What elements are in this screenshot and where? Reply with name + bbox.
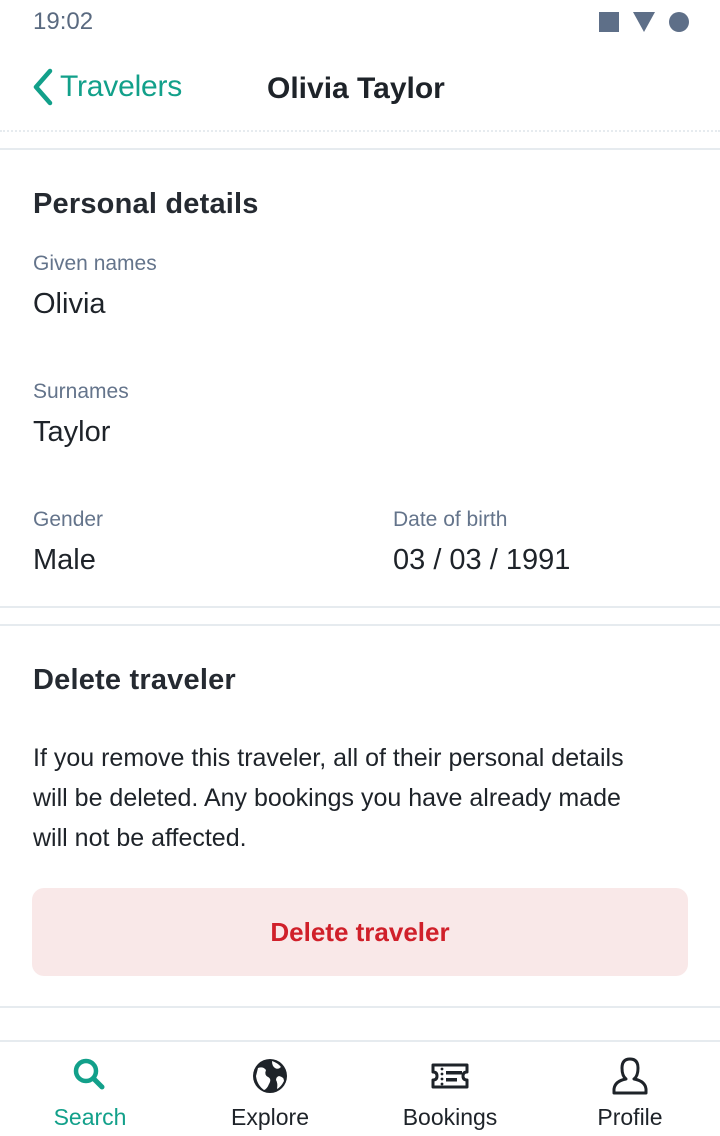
surnames-value: Taylor <box>33 416 111 448</box>
section-divider <box>0 148 720 150</box>
date-of-birth-label: Date of birth <box>393 508 508 531</box>
tab-explore[interactable]: Explore <box>180 1042 360 1136</box>
section-divider <box>0 1006 720 1008</box>
delete-traveler-heading: Delete traveler <box>33 664 236 696</box>
status-bar: 19:02 <box>0 0 720 48</box>
circle-icon <box>669 12 689 32</box>
tab-profile-label: Profile <box>597 1104 663 1130</box>
status-icons <box>599 12 689 32</box>
section-divider <box>0 624 720 626</box>
tab-search-label: Search <box>53 1104 127 1130</box>
search-icon <box>73 1058 105 1090</box>
tab-search[interactable]: Search <box>0 1042 180 1136</box>
tab-bookings-label: Bookings <box>402 1104 498 1130</box>
back-label: Travelers <box>60 70 183 103</box>
header-divider <box>0 130 720 132</box>
delete-description: If you remove this traveler, all of thei… <box>33 744 624 852</box>
delete-traveler-button[interactable]: Delete traveler <box>32 888 688 976</box>
nav-header: Travelers Olivia Taylor <box>0 48 720 130</box>
page-title: Olivia Taylor <box>267 72 445 105</box>
tab-bookings[interactable]: Bookings <box>360 1042 540 1136</box>
bottom-nav: Search Explore Bookings Profile <box>0 1040 720 1136</box>
personal-details-heading: Personal details <box>33 188 259 220</box>
user-icon <box>612 1057 648 1095</box>
tab-profile[interactable]: Profile <box>540 1042 720 1136</box>
triangle-icon <box>633 12 655 32</box>
gender-label: Gender <box>33 508 104 531</box>
square-icon <box>599 12 619 32</box>
status-time: 19:02 <box>33 8 94 35</box>
date-of-birth-value: 03 / 03 / 1991 <box>393 544 571 576</box>
section-divider <box>0 606 720 608</box>
tab-explore-label: Explore <box>231 1104 309 1130</box>
given-names-label: Given names <box>33 252 157 275</box>
ticket-icon <box>431 1063 469 1089</box>
surnames-label: Surnames <box>33 380 129 403</box>
traveler-detail-screen: 19:02 Travelers Olivia Taylor Personal d… <box>0 0 720 1136</box>
gender-value: Male <box>33 544 96 576</box>
given-names-value: Olivia <box>33 288 106 320</box>
globe-icon <box>253 1059 287 1093</box>
back-button[interactable]: Travelers <box>30 68 182 106</box>
delete-button-label: Delete traveler <box>270 916 450 947</box>
chevron-left-icon <box>33 68 53 106</box>
